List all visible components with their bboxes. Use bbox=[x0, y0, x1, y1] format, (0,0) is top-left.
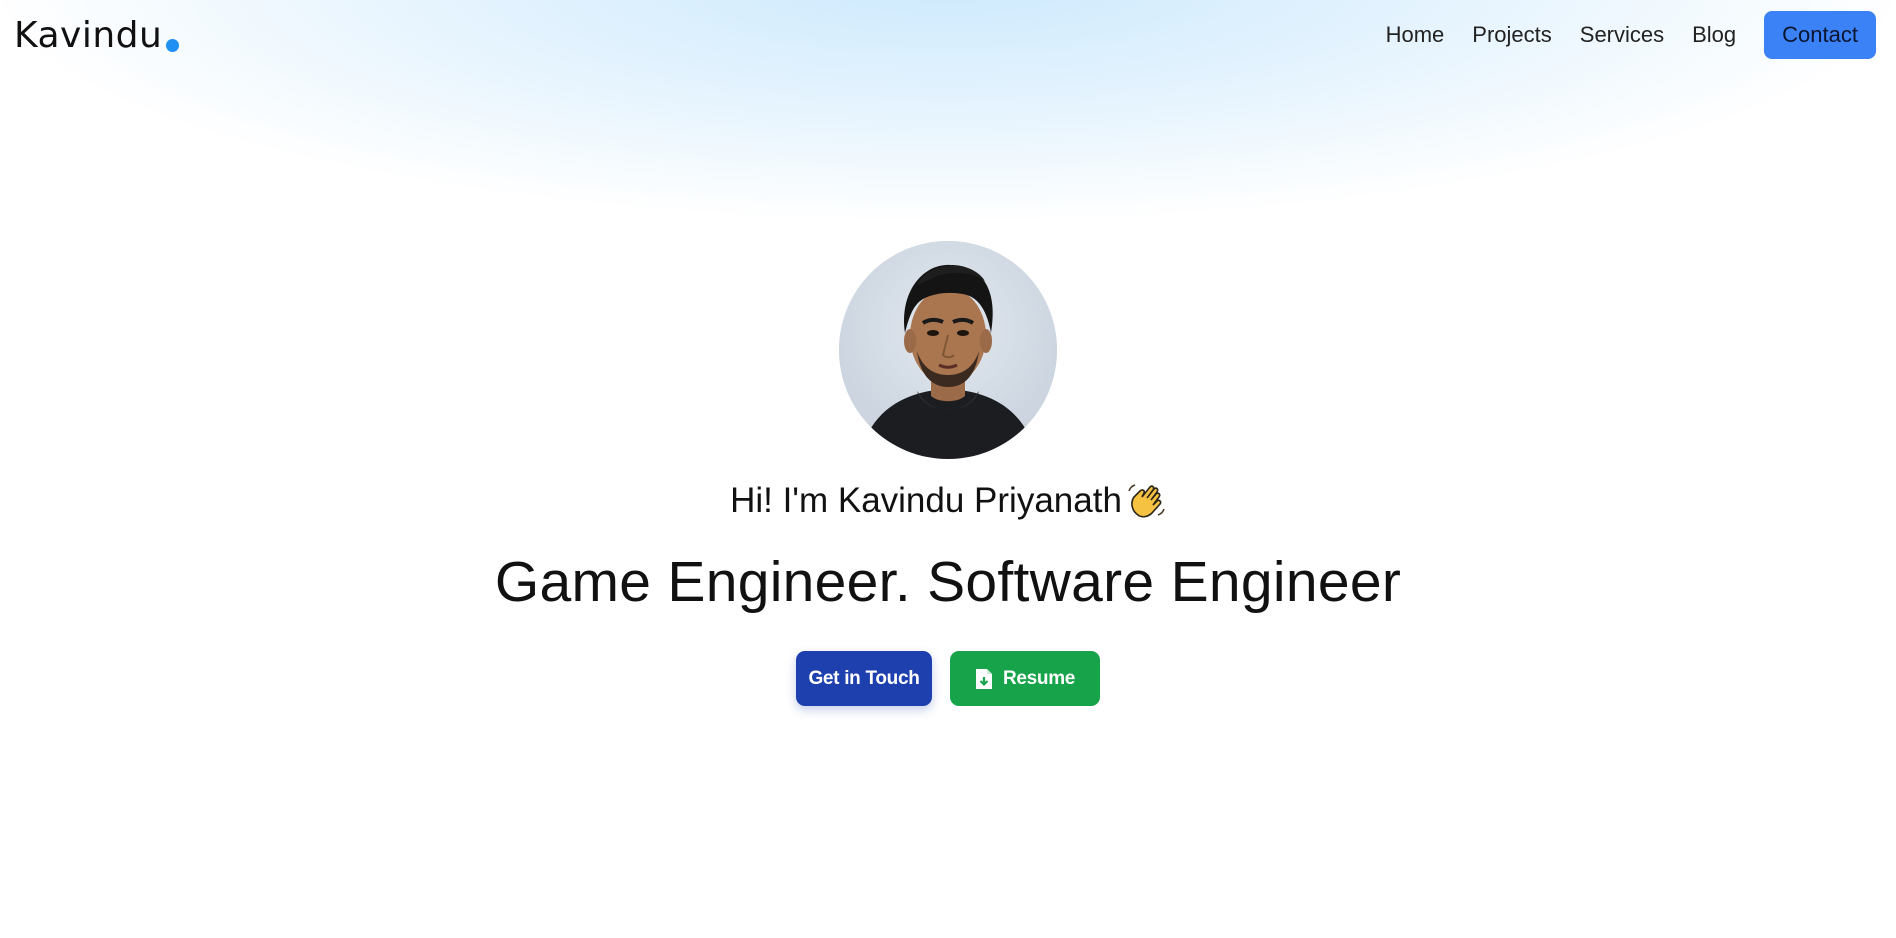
file-download-icon bbox=[975, 668, 993, 690]
hero-section: Hi! I'm Kavindu Priyanath Game Engineer.… bbox=[0, 0, 1896, 706]
greeting-text: Hi! I'm Kavindu Priyanath bbox=[730, 481, 1122, 520]
avatar bbox=[839, 241, 1057, 459]
hero-actions: Get in Touch Resume bbox=[796, 651, 1100, 706]
resume-button[interactable]: Resume bbox=[950, 651, 1100, 706]
hero-title: Game Engineer. Software Engineer bbox=[494, 550, 1402, 614]
waving-hand-icon bbox=[1126, 481, 1166, 521]
profile-photo bbox=[839, 241, 1057, 459]
greeting: Hi! I'm Kavindu Priyanath bbox=[730, 481, 1166, 521]
get-in-touch-button[interactable]: Get in Touch bbox=[796, 651, 932, 706]
resume-label: Resume bbox=[1002, 667, 1076, 689]
